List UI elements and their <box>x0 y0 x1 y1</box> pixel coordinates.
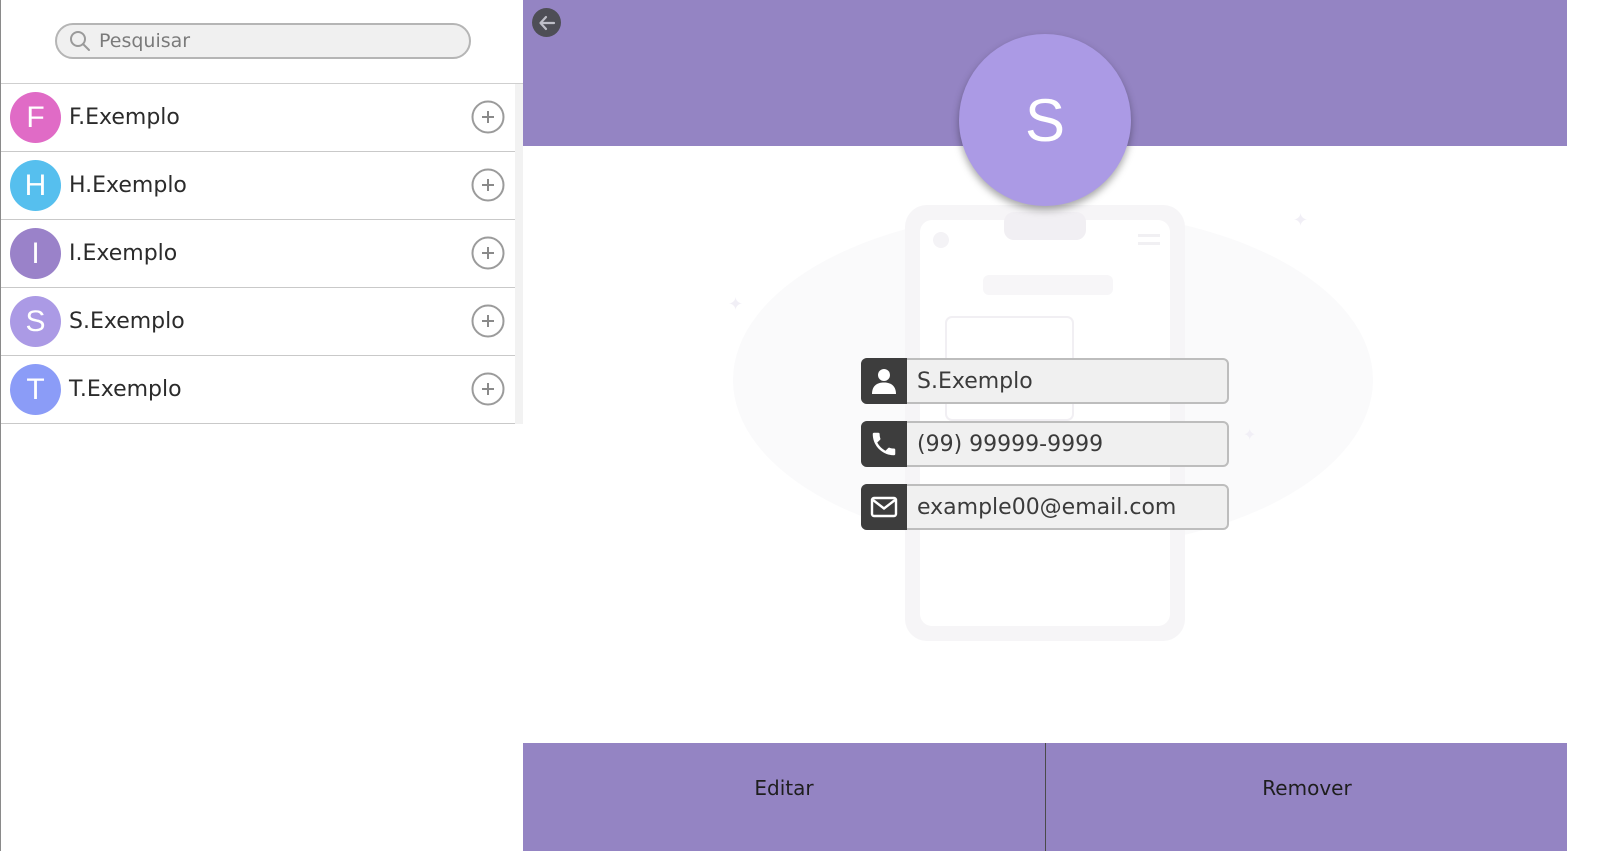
phone-icon <box>861 421 907 467</box>
contact-avatar-large: S <box>959 34 1131 206</box>
phone-value: (99) 99999-9999 <box>917 431 1104 457</box>
contact-detail-panel: ✦ ✦ ✦ S S.Exemplo (99) 99999-9999 exampl… <box>523 0 1598 851</box>
contact-row-s[interactable]: S S.Exemplo <box>1 288 515 356</box>
avatar: S <box>10 296 61 347</box>
contact-name: T.Exemplo <box>69 377 182 402</box>
contact-row-t[interactable]: T T.Exemplo <box>1 356 515 424</box>
add-contact-button[interactable] <box>471 372 505 406</box>
remove-button[interactable]: Remover <box>1046 743 1568 851</box>
contact-list: F F.Exemplo H H.Exemplo I I.Exemplo S S.… <box>1 84 515 424</box>
svg-text:✦: ✦ <box>1293 210 1308 231</box>
contact-row-i[interactable]: I I.Exemplo <box>1 220 515 288</box>
person-icon <box>861 358 907 404</box>
contact-name: I.Exemplo <box>69 241 178 266</box>
action-bar: Editar Remover <box>523 743 1568 851</box>
search-icon <box>70 31 90 51</box>
name-field[interactable]: S.Exemplo <box>861 358 1229 404</box>
avatar: I <box>10 228 61 279</box>
contacts-panel: F F.Exemplo H H.Exemplo I I.Exemplo <box>0 0 523 851</box>
add-contact-button[interactable] <box>471 304 505 338</box>
list-scrollbar[interactable] <box>515 84 523 424</box>
contact-name: S.Exemplo <box>69 309 185 334</box>
arrow-left-icon <box>538 15 555 30</box>
svg-text:✦: ✦ <box>728 294 743 315</box>
email-value: example00@email.com <box>917 494 1177 520</box>
avatar: T <box>10 364 61 415</box>
back-button[interactable] <box>532 8 561 37</box>
edit-button[interactable]: Editar <box>523 743 1045 851</box>
avatar: F <box>10 92 61 143</box>
search-box[interactable] <box>55 23 471 59</box>
add-contact-button[interactable] <box>471 100 505 134</box>
name-value: S.Exemplo <box>917 368 1033 394</box>
contact-row-f[interactable]: F F.Exemplo <box>1 84 515 152</box>
search-input[interactable] <box>99 30 469 52</box>
page-scrollbar[interactable] <box>1567 0 1598 851</box>
add-contact-button[interactable] <box>471 168 505 202</box>
email-field[interactable]: example00@email.com <box>861 484 1229 530</box>
mail-icon <box>861 484 907 530</box>
phone-field[interactable]: (99) 99999-9999 <box>861 421 1229 467</box>
contact-name: F.Exemplo <box>69 105 180 130</box>
contact-name: H.Exemplo <box>69 173 187 198</box>
add-contact-button[interactable] <box>471 236 505 270</box>
svg-text:✦: ✦ <box>1243 425 1256 444</box>
contact-row-h[interactable]: H H.Exemplo <box>1 152 515 220</box>
avatar: H <box>10 160 61 211</box>
